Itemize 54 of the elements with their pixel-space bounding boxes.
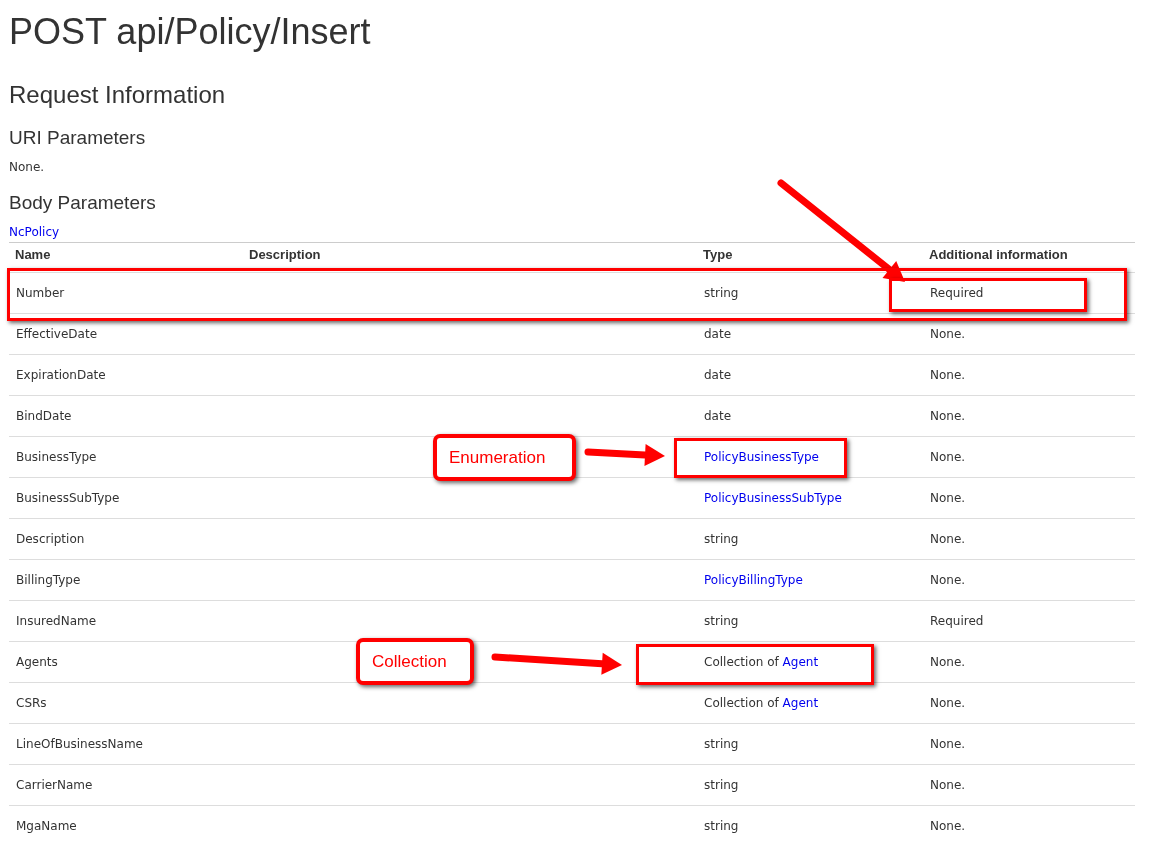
table-cell: Agents (9, 641, 243, 683)
section-heading: URI Parameters (9, 126, 146, 150)
table-cell: string (697, 723, 923, 765)
table-cell: Required (923, 600, 1135, 642)
table-cell: Description (9, 518, 243, 560)
table-cell: date (697, 313, 923, 355)
type-link[interactable]: PolicyBusinessSubType (704, 491, 842, 505)
table-cell: CSRs (9, 682, 243, 724)
table-cell: Required (923, 272, 1135, 314)
type-link[interactable]: Agent (782, 655, 819, 669)
table-cell: None. (923, 764, 1135, 806)
table-cell: None. (923, 805, 1135, 846)
uri-parameters-text: None. (9, 159, 45, 175)
type-link[interactable]: PolicyBusinessType (704, 450, 819, 464)
table-cell: date (697, 354, 923, 396)
table-cell: CarrierName (9, 764, 243, 806)
section-heading: Body Parameters (9, 191, 156, 215)
table-cell: BusinessSubType (9, 477, 243, 519)
table-cell: None. (923, 559, 1135, 601)
column-header: Additional information (923, 242, 1135, 273)
table-cell: BillingType (9, 559, 243, 601)
table-cell: string (697, 600, 923, 642)
table-cell: string (697, 805, 923, 846)
callout-label: Collection (356, 638, 474, 685)
section-heading: Request Information (9, 80, 226, 110)
table-cell: None. (923, 518, 1135, 560)
table-cell: None. (923, 395, 1135, 437)
type-text: Collection of (704, 655, 780, 669)
table-cell: None. (923, 313, 1135, 355)
table-cell: MgaName (9, 805, 243, 846)
page-title: POST api/Policy/Insert (9, 10, 371, 54)
type-link[interactable]: Agent (782, 696, 819, 710)
column-header: Name (9, 242, 243, 273)
table-cell: InsuredName (9, 600, 243, 642)
table-cell: ExpirationDate (9, 354, 243, 396)
table-cell: BindDate (9, 395, 243, 437)
table-cell: None. (923, 354, 1135, 396)
table-cell: date (697, 395, 923, 437)
table-cell: None. (923, 641, 1135, 683)
table-cell: None. (923, 477, 1135, 519)
table-cell: LineOfBusinessName (9, 723, 243, 765)
table-cell: EffectiveDate (9, 313, 243, 355)
table-cell: None. (923, 723, 1135, 765)
table-cell: BusinessType (9, 436, 243, 478)
type-link[interactable]: NcPolicy (9, 224, 60, 240)
table-cell: None. (923, 682, 1135, 724)
table-cell: None. (923, 436, 1135, 478)
column-header: Description (243, 242, 697, 273)
table-cell: string (697, 518, 923, 560)
callout-label: Enumeration (433, 434, 576, 481)
table-cell: string (697, 764, 923, 806)
type-text: Collection of (704, 696, 780, 710)
type-link[interactable]: PolicyBillingType (704, 573, 803, 587)
table-cell: Number (9, 272, 243, 314)
